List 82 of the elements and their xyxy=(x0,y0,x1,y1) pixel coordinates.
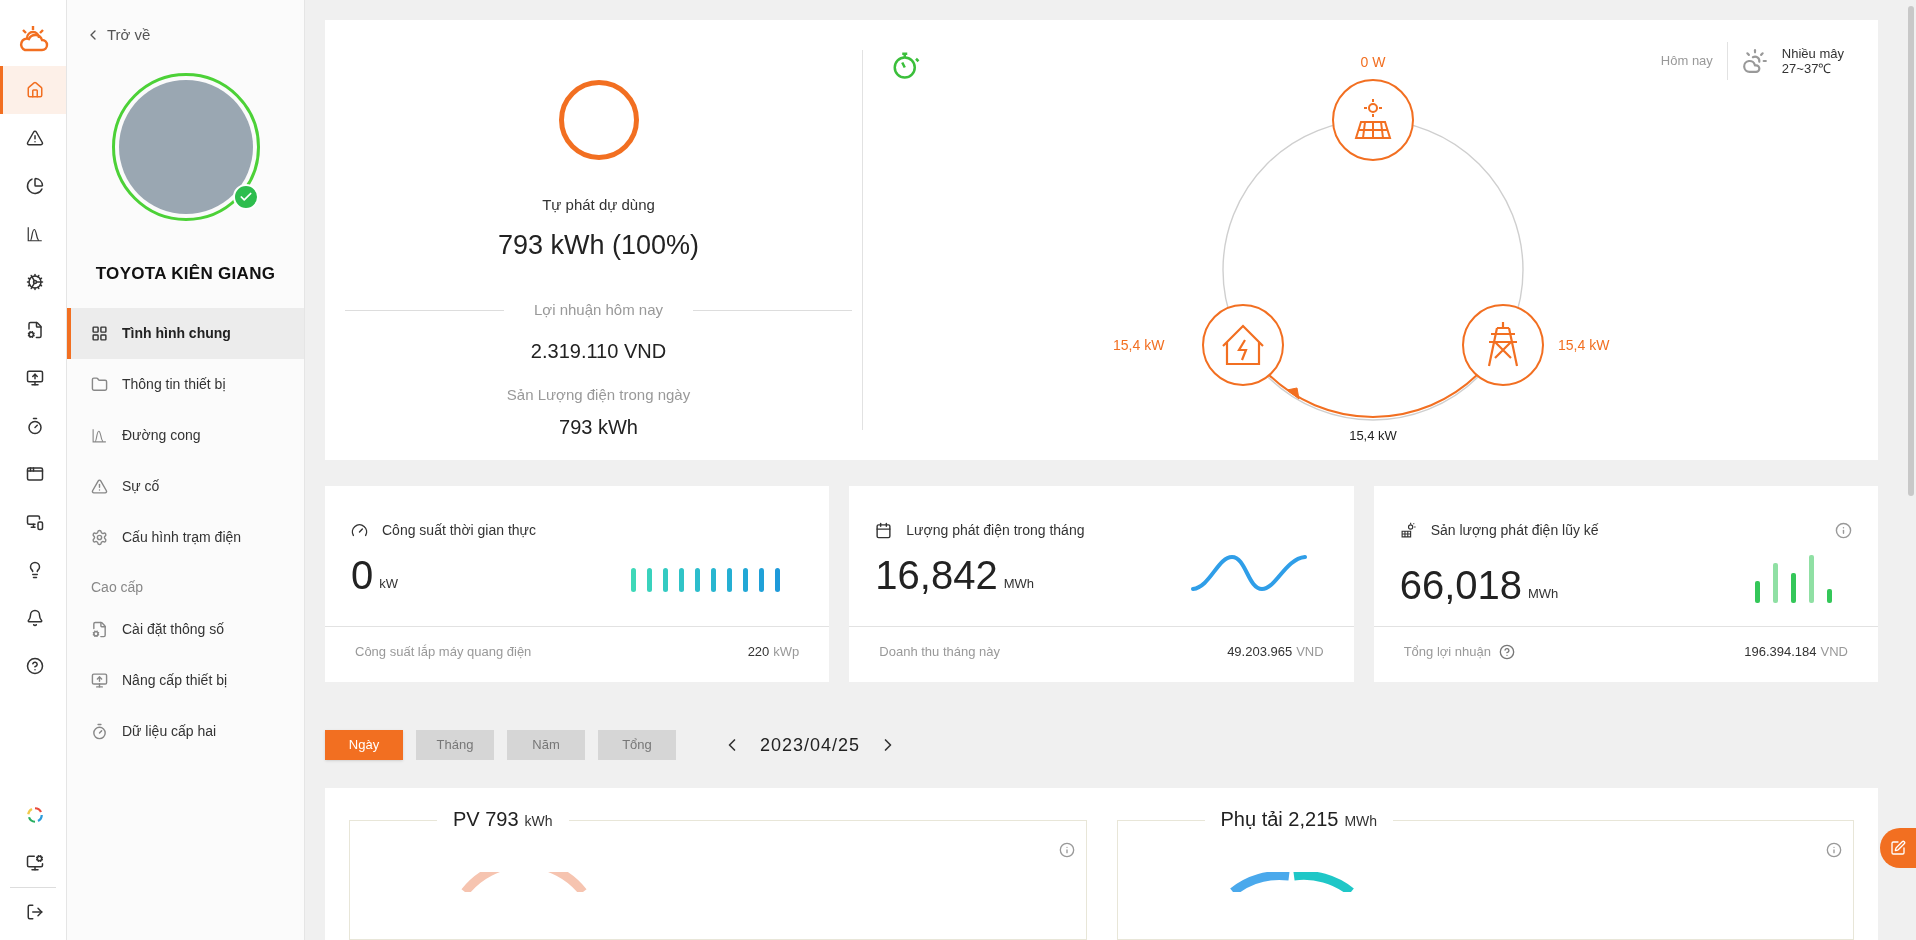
cloud-sun-icon xyxy=(1741,48,1768,74)
profit-label: Lợi nhuận hôm nay xyxy=(533,300,664,320)
chart-title: Phụ tải 2,215 xyxy=(1220,807,1339,832)
date-label: 2023/04/25 xyxy=(760,733,861,757)
monitor-upload-icon xyxy=(25,369,44,387)
calendar-icon xyxy=(875,522,893,539)
weather-day: Hôm nay xyxy=(1660,51,1713,71)
menu-item[interactable]: Cài đặt thông số xyxy=(67,604,304,655)
help-icon[interactable] xyxy=(1498,643,1515,660)
output-label: Sản Lượng điện trong ngày xyxy=(506,384,691,405)
weather-temperature: 27~37℃ xyxy=(1781,61,1833,76)
help-icon xyxy=(25,657,44,675)
stat-title: Sản lượng phát điện lũy kế xyxy=(1430,521,1599,540)
menu-item[interactable]: Thông tin thiết bị xyxy=(67,359,304,410)
stat-unit: kW xyxy=(379,574,399,593)
menu-item[interactable]: Sự cố xyxy=(67,461,304,512)
warning-icon xyxy=(91,478,108,495)
logout-icon xyxy=(25,903,44,921)
stat-title: Công suất thời gian thực xyxy=(382,521,536,540)
pv-power-label: 0 W xyxy=(1359,53,1387,72)
profit-value: 2.319.110 VND xyxy=(530,338,667,364)
section-heading: Cao cấp xyxy=(90,578,145,597)
swirl-logo-icon xyxy=(25,806,44,824)
flow-power-label: 15,4 kW xyxy=(1348,427,1398,445)
output-value: 793 kWh xyxy=(559,415,638,440)
stat-value: 16,842 xyxy=(875,553,998,597)
edit-icon xyxy=(1890,840,1906,856)
stat-footer-value: 49.203.965 xyxy=(1227,642,1293,661)
devices-icon xyxy=(25,513,44,531)
stopwatch-icon xyxy=(91,723,108,740)
gears-icon xyxy=(25,273,44,291)
warning-icon xyxy=(25,129,44,147)
stat-footer-unit: VND xyxy=(1820,642,1848,661)
window-icon xyxy=(25,465,44,483)
self-use-value: 793 kWh (100%) xyxy=(497,228,700,262)
gauge-icon xyxy=(351,522,368,539)
station-name: TOYOTA KIÊN GIANG xyxy=(94,262,277,285)
stat-footer-value: 220 xyxy=(747,642,770,661)
stopwatch-icon xyxy=(25,417,44,435)
menu-item[interactable]: Dữ liệu cấp hai xyxy=(67,706,304,757)
info-icon[interactable] xyxy=(1058,842,1075,858)
back-link[interactable]: Trở về xyxy=(85,24,151,47)
stat-footer-label: Tổng lợi nhuận xyxy=(1403,642,1491,661)
document-gear-icon xyxy=(91,621,108,638)
notification-icon xyxy=(25,609,44,627)
monitor-upload-icon xyxy=(91,672,108,689)
stat-unit: MWh xyxy=(1528,584,1559,603)
menu-item[interactable]: Nâng cấp thiết bị xyxy=(67,655,304,706)
stat-footer-unit: kWp xyxy=(773,642,800,661)
stopwatch-icon xyxy=(891,50,921,80)
chart-unit: kWh xyxy=(524,812,553,831)
home-icon xyxy=(25,81,44,99)
stat-footer-label: Công suất lắp máy quang điện xyxy=(355,642,532,661)
stat-value: 0 xyxy=(351,553,374,597)
feedback-button[interactable] xyxy=(1880,828,1916,868)
solar-panel-icon xyxy=(1399,522,1417,539)
stat-footer-label: Doanh thu tháng này xyxy=(879,642,1001,661)
load-power-label: 15,4 kW xyxy=(1113,336,1165,355)
monitor-gear-icon xyxy=(25,854,44,872)
sun-cloud-logo xyxy=(17,24,49,52)
curve-icon xyxy=(25,225,44,243)
grid-icon xyxy=(91,325,108,342)
weather-condition: Nhiều mây xyxy=(1781,46,1844,61)
info-icon[interactable] xyxy=(1835,522,1852,539)
menu-item[interactable]: Cấu hình trạm điện xyxy=(67,512,304,563)
chart-unit: MWh xyxy=(1344,812,1378,831)
folder-icon xyxy=(91,376,108,393)
document-gear-icon xyxy=(25,321,44,339)
pie-chart-icon xyxy=(25,177,44,195)
curve-icon xyxy=(91,427,108,444)
chart-title: PV 793 xyxy=(453,807,519,832)
info-icon[interactable] xyxy=(1826,842,1842,858)
menu-item[interactable]: Đường cong xyxy=(67,410,304,461)
self-use-label: Tự phát dự dùng xyxy=(542,195,655,215)
settings-icon xyxy=(91,529,108,546)
stat-footer-unit: VND xyxy=(1296,642,1324,661)
menu-item[interactable]: Tình hình chung xyxy=(67,308,304,359)
stat-unit: MWh xyxy=(1003,574,1034,593)
stat-footer-value: 196.394.184 xyxy=(1744,642,1817,661)
grid-power-label: 15,4 kW xyxy=(1558,336,1610,355)
stat-title: Lượng phát điện trong tháng xyxy=(906,521,1085,540)
stat-value: 66,018 xyxy=(1399,563,1522,607)
